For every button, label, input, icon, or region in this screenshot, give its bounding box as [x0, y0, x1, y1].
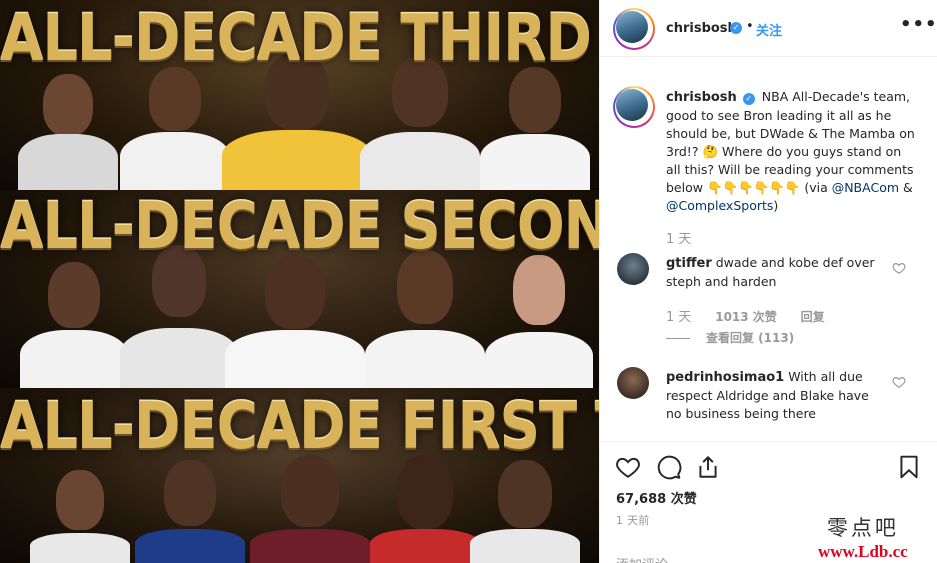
- player-figure: [485, 253, 593, 388]
- caption-author-avatar[interactable]: [613, 86, 655, 128]
- caption-text: (via: [800, 180, 832, 195]
- third-team-title: ALL-DECADE THIRD TEAM: [0, 1, 599, 76]
- first-team-title: ALL-DECADE FIRST TEAM: [0, 389, 599, 464]
- comment-likes[interactable]: 1013 次赞: [715, 310, 777, 324]
- player-figure: [250, 453, 370, 563]
- watermark-url: www.Ldb.cc: [818, 542, 908, 561]
- post-side-panel: chrisbosh ✓ • 关注 ••• chrisbosh ✓ NBA All…: [599, 0, 937, 563]
- author-username[interactable]: chrisbosh: [666, 21, 737, 36]
- follow-button[interactable]: 关注: [756, 20, 782, 39]
- verified-badge-icon: ✓: [742, 93, 755, 105]
- view-replies-button[interactable]: 查看回复 (113): [666, 329, 794, 346]
- commenter-username[interactable]: pedrinhosimao1: [666, 370, 784, 385]
- player-figure: [20, 258, 128, 388]
- watermark-text: 零点吧: [826, 516, 899, 540]
- add-comment-input[interactable]: 添加评论......: [616, 554, 693, 563]
- third-team-band: ALL-DECADE THIRD TEAM: [0, 0, 599, 190]
- reply-button[interactable]: 回复: [801, 310, 825, 324]
- post-timestamp: 1 天前: [616, 514, 650, 527]
- comment-item: gtiffer dwade and kobe def over steph an…: [666, 254, 884, 291]
- thinking-emoji: 🤔: [702, 144, 719, 159]
- bookmark-icon[interactable]: [896, 454, 922, 480]
- player-figure: [120, 65, 230, 190]
- second-team-title: ALL-DECADE SECOND TEAM: [0, 190, 599, 264]
- comment-meta: 1 天 1013 次赞 回复: [666, 306, 845, 325]
- comment-age: 1 天: [666, 310, 692, 325]
- player-figure: [18, 70, 118, 190]
- commenter-avatar[interactable]: [617, 367, 649, 399]
- caption-username[interactable]: chrisbosh: [666, 90, 737, 105]
- player-figure: [135, 458, 245, 563]
- likes-count[interactable]: 67,688 次赞: [616, 488, 697, 507]
- comment-item: pedrinhosimao1 With all due respect Aldr…: [666, 368, 884, 423]
- share-icon[interactable]: [695, 454, 721, 480]
- post-image[interactable]: ALL-DECADE THIRD TEAM: [0, 0, 599, 563]
- first-team-band: ALL-DECADE FIRST TEAM: [0, 388, 599, 563]
- caption-text: ): [773, 198, 779, 213]
- site-watermark: 零点吧 www.Ldb.cc: [818, 512, 908, 562]
- player-figure: [470, 458, 580, 563]
- commenter-avatar[interactable]: [617, 253, 649, 285]
- commenter-username[interactable]: gtiffer: [666, 256, 712, 271]
- comment-like-heart-icon[interactable]: [892, 375, 906, 389]
- view-replies-label: 查看回复 (113): [706, 331, 795, 345]
- mention-link[interactable]: @ComplexSports: [666, 198, 773, 213]
- player-figure: [30, 468, 130, 563]
- comment-like-heart-icon[interactable]: [892, 261, 906, 275]
- post-caption: chrisbosh ✓ NBA All-Decade's team, good …: [666, 88, 916, 215]
- author-avatar[interactable]: [613, 8, 655, 50]
- verified-badge-icon: ✓: [730, 22, 742, 34]
- player-figure: [225, 253, 365, 388]
- separator-dot: •: [746, 19, 754, 34]
- pointing-down-emojis: 👇👇👇👇👇👇: [706, 180, 801, 195]
- player-figure: [370, 453, 480, 563]
- comment-icon[interactable]: [656, 454, 682, 480]
- player-figure: [365, 248, 485, 388]
- heart-icon[interactable]: [615, 454, 641, 480]
- instagram-post-page: ALL-DECADE THIRD TEAM: [0, 0, 937, 563]
- second-team-band: ALL-DECADE SECOND TEAM: [0, 190, 599, 388]
- player-figure: [480, 65, 590, 190]
- player-figure: [120, 243, 238, 388]
- caption-age: 1 天: [666, 232, 692, 247]
- post-header: chrisbosh ✓ • 关注 •••: [600, 0, 937, 57]
- more-options-icon[interactable]: •••: [900, 14, 937, 35]
- mention-link[interactable]: @NBACom: [832, 180, 899, 195]
- caption-text: &: [899, 180, 913, 195]
